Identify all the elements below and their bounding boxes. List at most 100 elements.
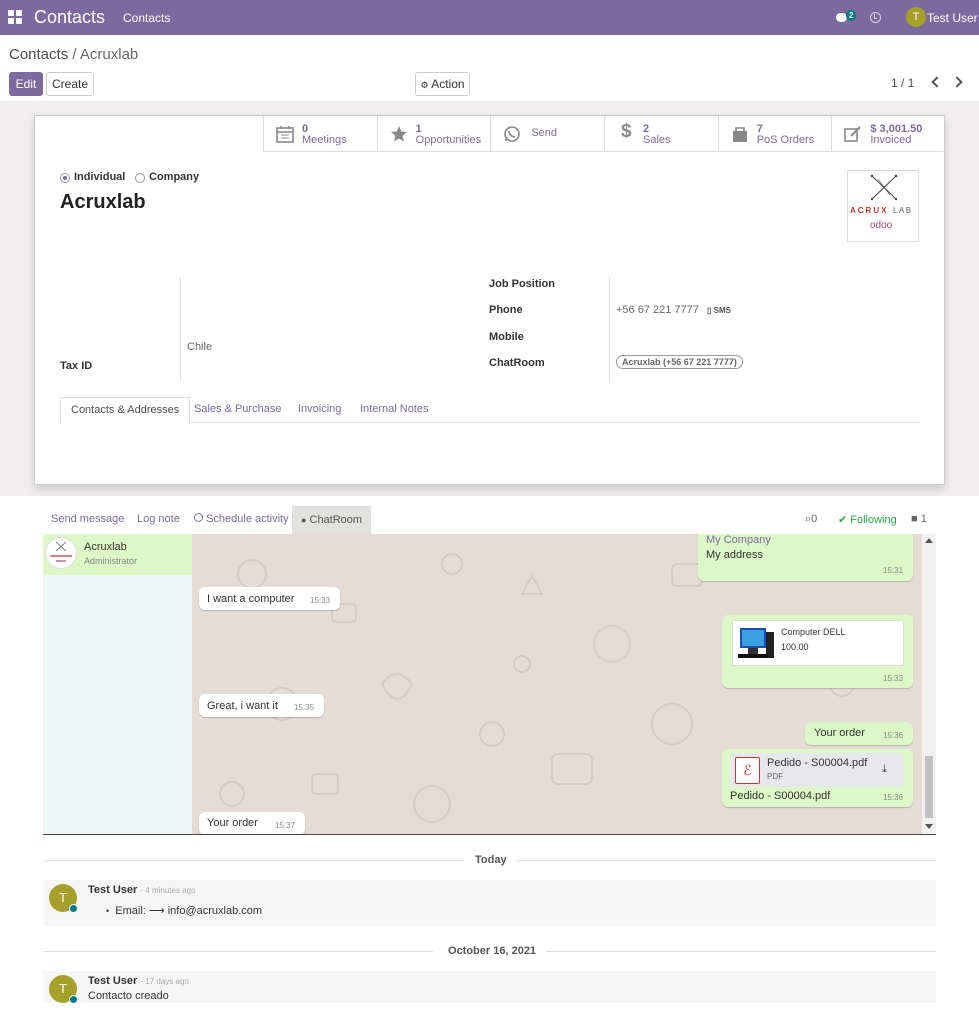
tab-invoicing[interactable]: Invoicing — [298, 397, 341, 423]
scroll-up-arrow-icon[interactable] — [925, 538, 933, 543]
menu-contacts[interactable]: Contacts — [123, 11, 170, 25]
opportunities-button[interactable]: 1 Opportunities — [376, 116, 491, 152]
file-name: Pedido - S00004.pdf — [767, 757, 868, 769]
send-message-button[interactable]: Send message — [51, 506, 124, 534]
chatter-message: T Test User - 4 minutes ago • Email: ⟶ i… — [43, 880, 936, 926]
message-time: 15:36 — [883, 731, 904, 740]
chatroom-tab-label: ChatRoom — [309, 514, 363, 526]
apps-menu-icon[interactable] — [8, 10, 22, 24]
message-text: I want a computer — [207, 593, 295, 605]
create-button[interactable]: Create — [46, 72, 94, 96]
phone-value[interactable]: +56 67 221 7777 — [616, 304, 699, 316]
tab-contacts-addresses[interactable]: Contacts & Addresses — [60, 397, 191, 423]
company-radio-label[interactable]: Company — [149, 171, 199, 183]
send-label: Send — [531, 127, 558, 139]
action-label: Action — [431, 77, 465, 91]
user-avatar[interactable]: T — [906, 7, 926, 27]
activity-clock-icon[interactable] — [870, 12, 881, 23]
conversation-list: Acruxlab Administrator — [43, 534, 192, 834]
author-avatar[interactable]: T — [49, 884, 78, 913]
sms-label: SMS — [713, 306, 731, 315]
invoiced-button[interactable]: $ 3,001.50 Invoiced — [831, 116, 945, 152]
user-menu[interactable]: Test User — [927, 11, 978, 25]
log-note-button[interactable]: Log note — [137, 506, 180, 534]
date-separator-line — [546, 951, 936, 952]
computer-icon — [738, 628, 774, 658]
download-icon[interactable]: ⤓ — [882, 763, 887, 776]
date-separator-line — [43, 951, 433, 952]
invoiced-label: Invoiced — [870, 134, 912, 146]
followers-button[interactable]: ■ 1 — [911, 513, 927, 525]
breadcrumb-parent[interactable]: Contacts — [9, 46, 68, 63]
scroll-down-arrow-icon[interactable] — [925, 824, 933, 829]
send-whatsapp-button[interactable]: Send — [490, 116, 604, 152]
svg-text:ACRUX: ACRUX — [850, 206, 888, 215]
user-icon: ■ — [911, 513, 918, 525]
app-title[interactable]: Contacts — [34, 7, 105, 28]
svg-text:LAB: LAB — [893, 206, 913, 215]
breadcrumb: Contacts / Acruxlab — [9, 46, 138, 63]
date-separator-line — [516, 860, 936, 861]
mobile-icon: ▯ — [707, 306, 712, 315]
pager-value[interactable]: 1 / 1 — [891, 76, 914, 90]
comments-icon: ● — [301, 515, 307, 525]
pager-next-icon[interactable] — [951, 76, 963, 88]
online-status-icon — [69, 995, 78, 1004]
message-bubble-out: Your order 15:36 — [805, 722, 913, 745]
conversation-avatar — [45, 537, 77, 569]
following-button[interactable]: ✔ Following — [838, 513, 897, 526]
meetings-label: Meetings — [302, 134, 347, 146]
message-scrollbar[interactable] — [922, 534, 936, 834]
date-separator-line — [43, 860, 463, 861]
attachments-button[interactable]: ⌕0 — [805, 513, 817, 526]
control-panel: Contacts / Acruxlab Edit Create ⚙ Action… — [0, 35, 979, 101]
address-divider — [180, 277, 181, 381]
tracking-value: • Email: ⟶ info@acruxlab.com — [106, 905, 263, 917]
mobile-label: Mobile — [489, 331, 524, 343]
meetings-button[interactable]: 0 Meetings — [263, 116, 377, 152]
tab-sales-purchase[interactable]: Sales & Purchase — [194, 397, 281, 423]
messaging-menu[interactable]: 2 — [836, 10, 860, 26]
clock-icon — [194, 513, 203, 522]
chatroom-label: ChatRoom — [489, 357, 545, 369]
chatroom-panel: Acruxlab Administrator My Company My add… — [43, 534, 936, 835]
schedule-activity-button[interactable]: Schedule activity — [194, 506, 289, 534]
message-bubble-in: Your order 15:37 — [199, 812, 305, 834]
company-radio[interactable] — [135, 173, 145, 183]
message-bubble-out: ℰ Pedido - S00004.pdf PDF ⤓ Pedido - S00… — [722, 749, 913, 807]
partner-logo[interactable]: ACRUX LAB odoo — [847, 170, 919, 242]
message-pane: My Company My address 15:31 I want a com… — [192, 534, 922, 834]
file-attachment[interactable]: ℰ Pedido - S00004.pdf PDF ⤓ — [730, 753, 904, 787]
author-avatar[interactable]: T — [49, 975, 78, 1004]
message-date: - 4 minutes ago — [140, 886, 196, 895]
dollar-icon: $ — [621, 121, 632, 142]
chatroom-tab[interactable]: ● ChatRoom — [292, 506, 372, 534]
scroll-thumb[interactable] — [925, 756, 933, 818]
conversation-item[interactable]: Acruxlab Administrator — [43, 534, 192, 575]
individual-radio[interactable] — [60, 173, 70, 183]
message-time: 15:33 — [883, 674, 904, 683]
shopping-bag-icon — [732, 127, 747, 142]
edit-button[interactable]: Edit — [9, 72, 43, 96]
acruxlab-logo-icon: ACRUX LAB odoo — [850, 174, 913, 231]
individual-radio-label[interactable]: Individual — [74, 171, 125, 183]
sms-button[interactable]: ▯ SMS — [707, 306, 731, 315]
action-dropdown[interactable]: ⚙ Action — [415, 72, 470, 96]
star-icon — [390, 126, 407, 142]
pos-orders-button[interactable]: 7 PoS Orders — [717, 116, 832, 152]
sales-button[interactable]: $ 2 Sales — [604, 116, 718, 152]
chat-counter-badge: 2 — [846, 10, 857, 21]
country-value[interactable]: Chile — [187, 341, 212, 353]
message-bubble-in: I want a computer 15:33 — [199, 587, 340, 610]
tab-internal-notes[interactable]: Internal Notes — [360, 397, 428, 423]
chatroom-tag[interactable]: Acruxlab (+56 67 221 7777) — [616, 355, 743, 369]
message-author: Test User - 4 minutes ago — [88, 884, 196, 896]
message-time: 15:36 — [883, 793, 904, 802]
gear-icon: ⚙ — [420, 80, 429, 90]
product-card[interactable]: Computer DELL 100.00 — [732, 620, 904, 666]
product-name: Computer DELL — [781, 627, 846, 637]
opportunities-label: Opportunities — [415, 134, 482, 146]
pager-previous-icon[interactable] — [931, 76, 943, 88]
chatter-message: T Test User - 17 days ago Contacto cread… — [43, 971, 936, 1004]
date-separator-today: Today — [475, 854, 507, 866]
